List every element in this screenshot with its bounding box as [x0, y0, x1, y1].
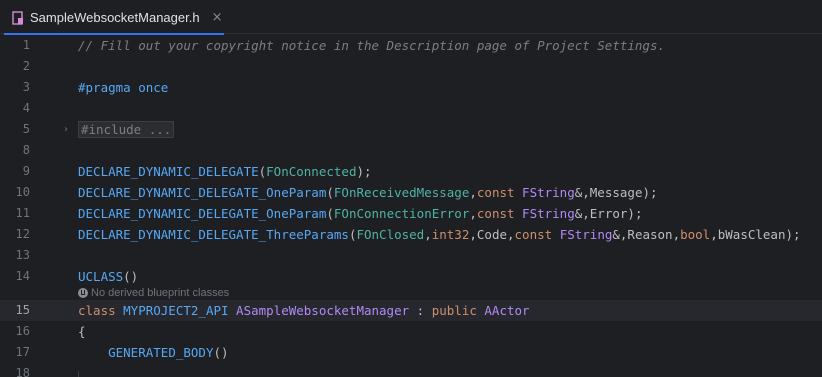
code-token: class — [78, 303, 124, 318]
code-token: &,Reason, — [612, 227, 681, 242]
code-line[interactable]: 5 › #include ... — [0, 119, 822, 140]
code-text: DECLARE_DYNAMIC_DELEGATE_ThreeParams(FOn… — [78, 224, 801, 245]
code-token: #pragma once — [78, 80, 169, 95]
code-token: UCLASS — [78, 269, 124, 284]
code-token: ( — [326, 206, 334, 221]
code-line[interactable]: 10 DECLARE_DYNAMIC_DELEGATE_OneParam(FOnR… — [0, 182, 822, 203]
code-line[interactable]: 3 #pragma once — [0, 77, 822, 98]
code-text: UCLASS() — [78, 266, 138, 287]
code-token: ); — [356, 164, 372, 179]
code-line[interactable]: 16 { — [0, 321, 822, 342]
code-token: FOnReceivedMessage — [333, 185, 470, 200]
code-token: bool — [680, 227, 711, 242]
code-text: DECLARE_DYNAMIC_DELEGATE(FOnConnected); — [78, 161, 372, 182]
code-line[interactable]: 2 — [0, 56, 822, 77]
code-line[interactable]: 13 — [0, 245, 822, 266]
code-token: () — [123, 269, 139, 284]
code-token: &,Message); — [574, 185, 658, 200]
code-token: MYPROJECT2_API — [123, 303, 237, 318]
code-token: const — [476, 185, 523, 200]
code-token: &,Error); — [574, 206, 643, 221]
code-line[interactable]: 4 — [0, 98, 822, 119]
line-number: 15 — [15, 303, 30, 317]
header-file-icon — [12, 10, 24, 25]
code-token: DECLARE_DYNAMIC_DELEGATE_OneParam — [78, 185, 327, 200]
close-tab-icon[interactable]: × — [212, 10, 223, 25]
code-token: // Fill out your copyright notice in the… — [78, 38, 665, 53]
code-token: ASampleWebsocketManager — [236, 303, 410, 318]
line-number: 16 — [15, 324, 30, 338]
code-token: , — [469, 206, 477, 221]
line-number: 13 — [15, 248, 30, 262]
line-number: 1 — [22, 38, 30, 52]
code-editor[interactable]: No derived blueprint classes 1 // Fill ou… — [0, 35, 822, 377]
code-token: DECLARE_DYNAMIC_DELEGATE — [78, 164, 259, 179]
code-line[interactable]: 14 UCLASS() — [0, 266, 822, 287]
code-token: , — [424, 227, 432, 242]
code-token: const — [514, 227, 560, 242]
code-line[interactable]: 1 // Fill out your copyright notice in th… — [0, 35, 822, 56]
line-number: 5 — [22, 122, 30, 136]
code-line[interactable]: 12 DECLARE_DYNAMIC_DELEGATE_ThreeParams(F… — [0, 224, 822, 245]
code-line[interactable]: 15 class MYPROJECT2_API ASampleWebsocketM… — [0, 300, 822, 321]
code-token: , — [469, 185, 477, 200]
line-number: 8 — [22, 143, 30, 157]
line-number: 10 — [15, 185, 30, 199]
code-text: DECLARE_DYNAMIC_DELEGATE_OneParam(FOnCon… — [78, 203, 642, 224]
code-line[interactable]: 9 DECLARE_DYNAMIC_DELEGATE(FOnConnected); — [0, 161, 822, 182]
line-number: 9 — [22, 164, 30, 178]
code-token: FOnConnectionError — [333, 206, 470, 221]
code-text: #include ... — [78, 119, 175, 140]
line-number: 18 — [15, 366, 30, 377]
code-text: class MYPROJECT2_API ASampleWebsocketMan… — [78, 300, 530, 321]
editor-tab-bar: SampleWebsocketManager.h × — [0, 0, 822, 35]
file-tab-label: SampleWebsocketManager.h — [30, 9, 200, 25]
code-line[interactable]: 11 DECLARE_DYNAMIC_DELEGATE_OneParam(FOnC… — [0, 203, 822, 224]
fold-expand-icon[interactable]: › — [64, 119, 68, 140]
unreal-engine-icon — [78, 288, 88, 298]
code-line[interactable]: 8 — [0, 140, 822, 161]
code-token: ,bWasClean); — [710, 227, 801, 242]
code-token: { — [78, 324, 86, 339]
code-token: () — [213, 345, 229, 360]
line-number: 3 — [22, 80, 30, 94]
file-tab[interactable]: SampleWebsocketManager.h × — [0, 0, 226, 35]
code-text: #pragma once — [78, 77, 168, 98]
code-token: AActor — [484, 303, 530, 318]
line-number: 17 — [15, 345, 30, 359]
code-token: GENERATED_BODY — [108, 345, 214, 360]
code-token: FOnConnected — [266, 164, 357, 179]
code-token: const — [476, 206, 523, 221]
code-text: GENERATED_BODY() — [78, 342, 229, 363]
code-line[interactable]: 18 — [0, 363, 822, 377]
code-token: DECLARE_DYNAMIC_DELEGATE_OneParam — [78, 206, 327, 221]
folded-region[interactable]: #include ... — [78, 121, 175, 138]
code-token: FString — [559, 227, 613, 242]
code-text: { — [78, 321, 86, 342]
code-line[interactable]: 17 GENERATED_BODY() — [0, 342, 822, 363]
blueprint-hint[interactable]: No derived blueprint classes — [78, 285, 229, 301]
code-text: // Fill out your copyright notice in the… — [78, 35, 665, 56]
code-token: : — [409, 303, 432, 318]
line-number: 4 — [22, 101, 30, 115]
line-number: 11 — [15, 206, 30, 220]
line-number: 12 — [15, 227, 30, 241]
blueprint-hint-text: No derived blueprint classes — [91, 287, 230, 299]
line-number: 2 — [22, 59, 30, 73]
line-number: 14 — [15, 269, 30, 283]
code-text: DECLARE_DYNAMIC_DELEGATE_OneParam(FOnRec… — [78, 182, 658, 203]
code-token: ( — [326, 185, 334, 200]
code-token: FString — [522, 185, 575, 200]
code-token: public — [431, 303, 485, 318]
code-token: DECLARE_DYNAMIC_DELEGATE_ThreeParams — [78, 227, 349, 242]
code-token: int32 — [431, 227, 470, 242]
code-token: FString — [522, 206, 575, 221]
code-token: FOnClosed — [356, 227, 425, 242]
code-token: ,Code, — [469, 227, 515, 242]
